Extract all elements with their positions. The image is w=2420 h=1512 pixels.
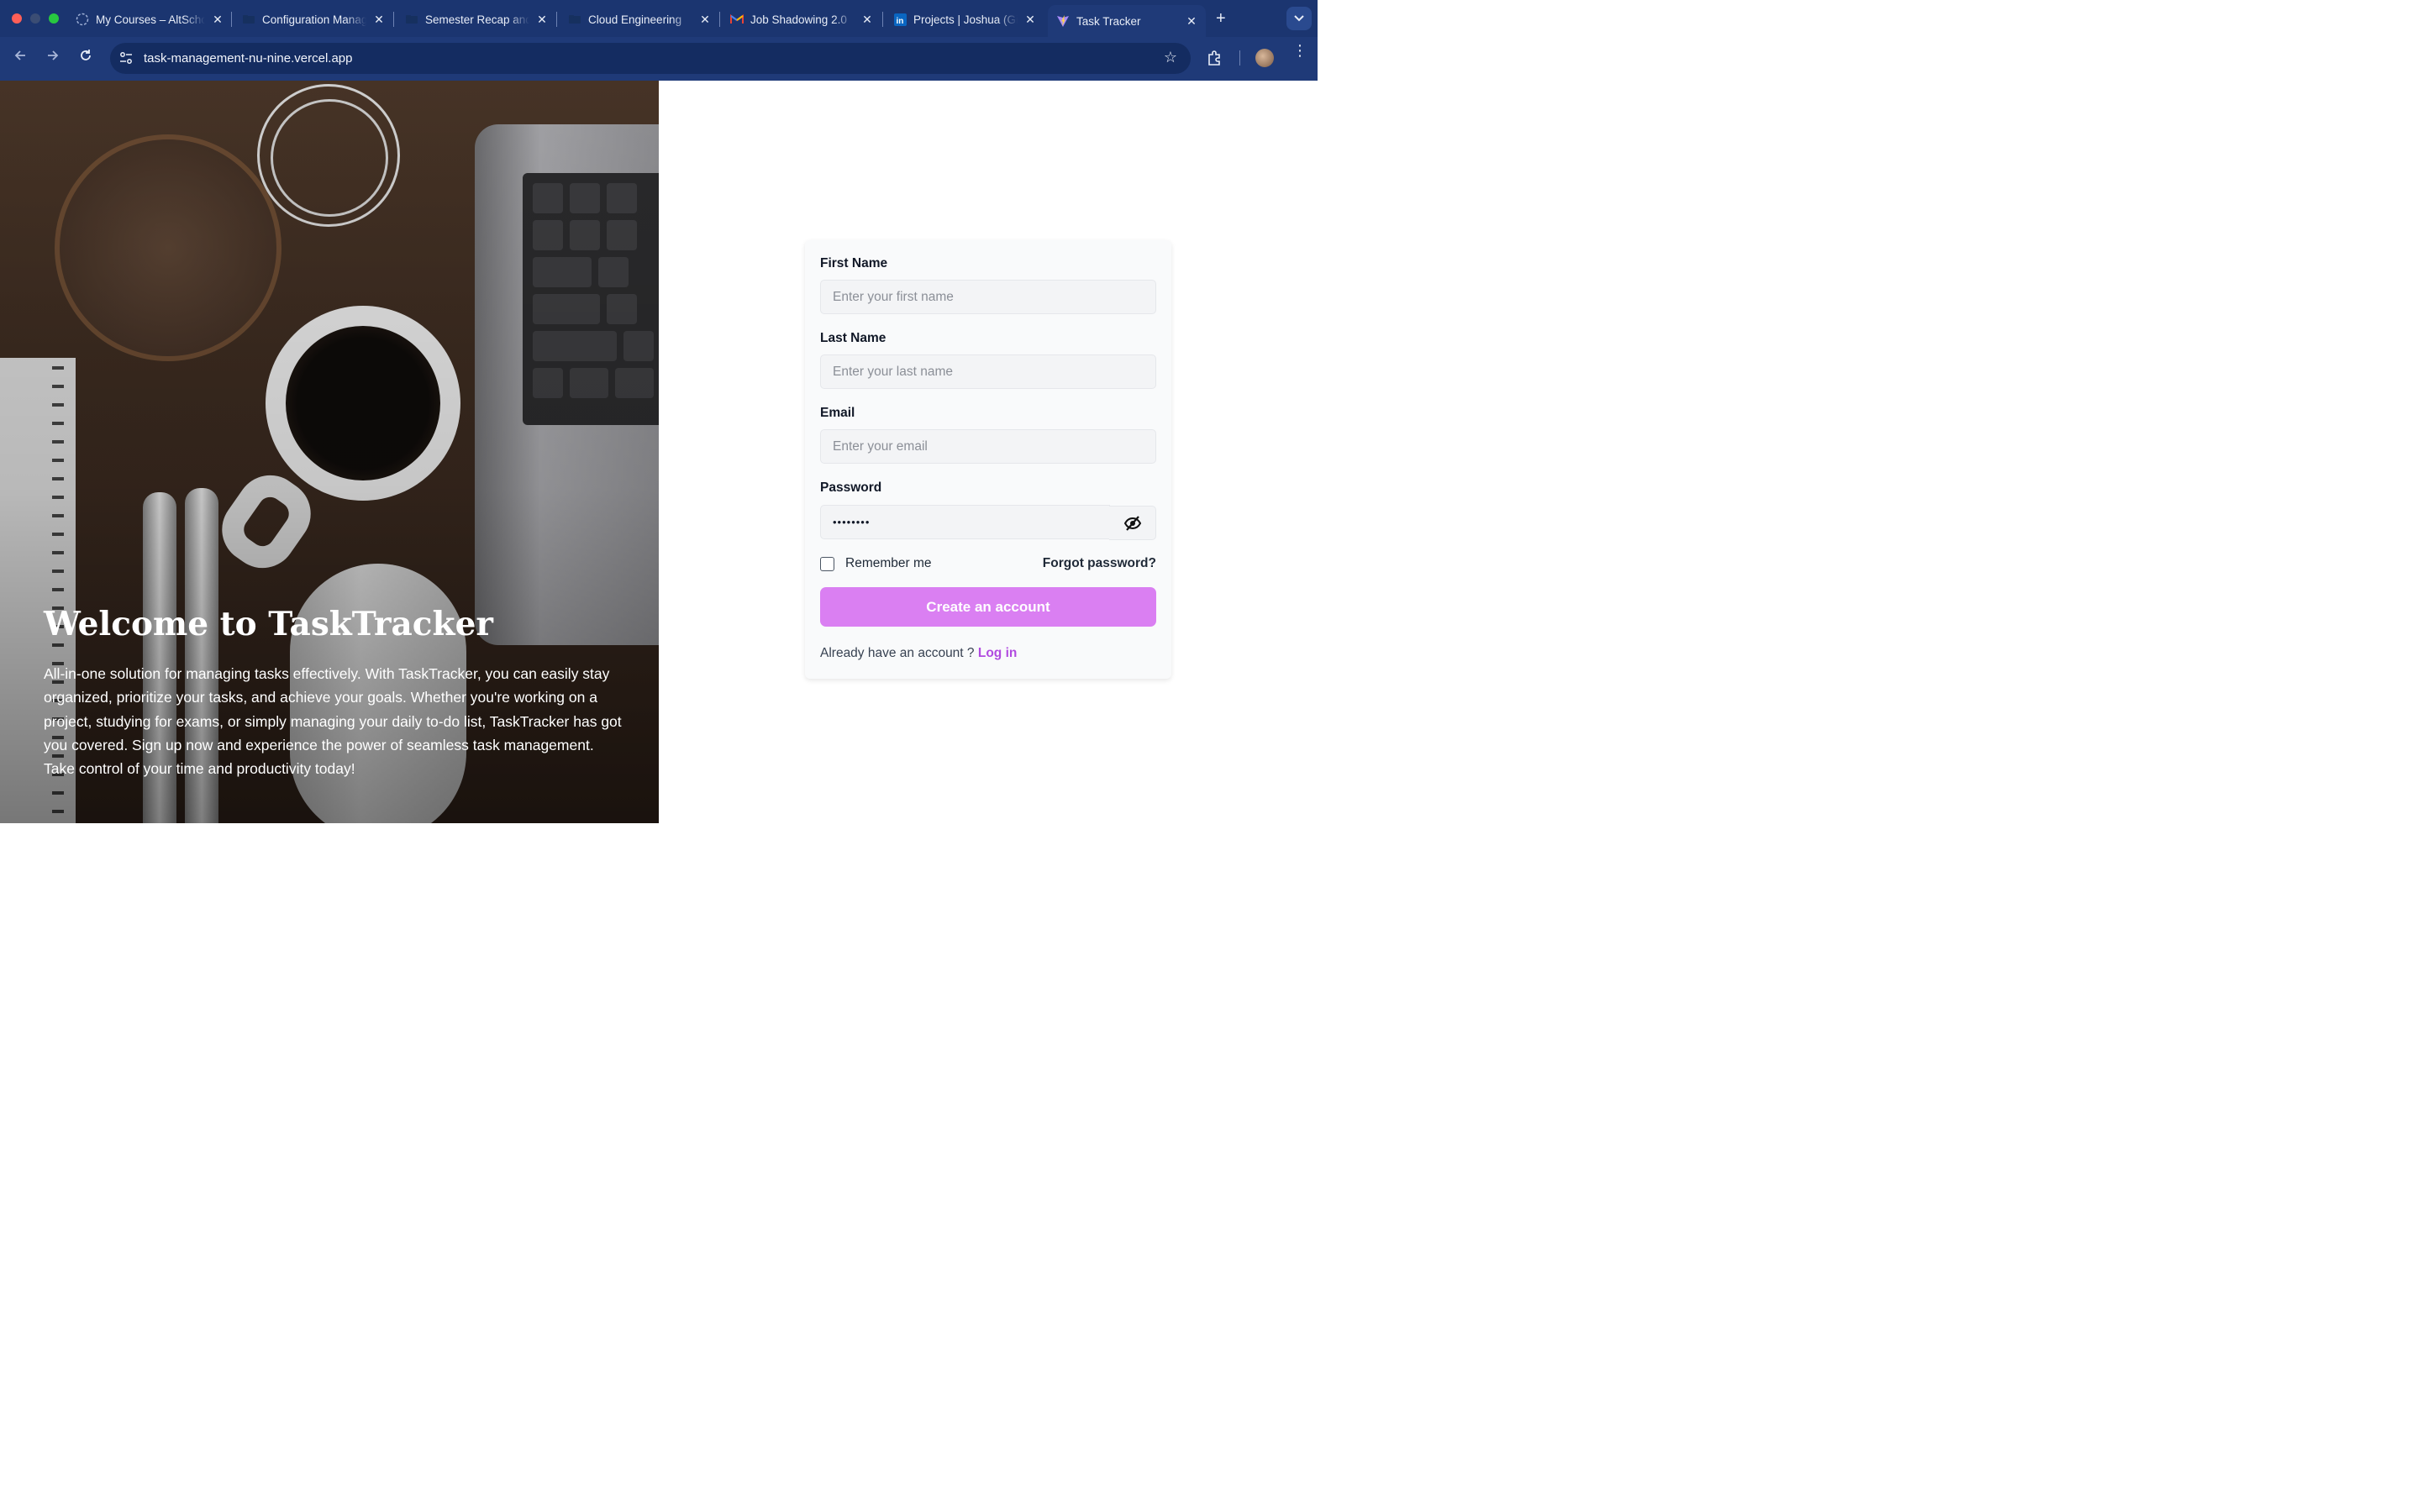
tab-my-courses[interactable]: My Courses – AltSchool ✕ — [76, 7, 225, 32]
tab-title: Projects | Joshua (GitHub) — [913, 13, 1018, 26]
reload-button[interactable] — [76, 49, 96, 66]
loading-icon — [76, 13, 89, 26]
close-tab-icon[interactable]: ✕ — [210, 13, 225, 27]
bookmark-star-icon[interactable]: ☆ — [1164, 49, 1177, 66]
tab-job-shadowing[interactable]: Job Shadowing 2.0 ✕ — [730, 7, 875, 32]
remember-me-label[interactable]: Remember me — [845, 556, 932, 571]
toolbar-divider — [1239, 50, 1240, 66]
password-input[interactable] — [820, 505, 1110, 539]
login-prompt: Already have an account ? Log in — [820, 646, 1017, 661]
gmail-icon — [730, 13, 744, 26]
tab-separator — [719, 12, 720, 27]
browser-menu-icon[interactable]: ⋮ — [1292, 43, 1307, 58]
tab-strip: My Courses – AltSchool ✕ Configuration M… — [0, 0, 1318, 37]
close-window-button[interactable] — [12, 13, 22, 24]
chevron-down-icon — [1294, 15, 1304, 22]
tab-cloud-engineering[interactable]: Cloud Engineering ✕ — [568, 7, 713, 32]
tab-separator — [882, 12, 883, 27]
hero-panel: Welcome to TaskTracker All-in-one soluti… — [0, 81, 659, 823]
linkedin-icon: in — [893, 13, 907, 26]
new-tab-button[interactable]: + — [1216, 9, 1226, 29]
login-link[interactable]: Log in — [978, 646, 1018, 660]
folder-icon — [568, 13, 581, 26]
close-tab-icon[interactable]: ✕ — [1023, 13, 1038, 27]
tab-title: My Courses – AltSchool — [96, 13, 205, 26]
svg-text:in: in — [896, 17, 903, 26]
first-name-label: First Name — [820, 256, 888, 270]
first-name-input[interactable] — [820, 280, 1156, 314]
eye-slash-icon — [1123, 515, 1141, 531]
forgot-password-link[interactable]: Forgot password? — [1043, 556, 1156, 571]
tab-title: Semester Recap and — [425, 13, 529, 26]
hero-title: Welcome to TaskTracker — [44, 605, 493, 643]
email-label: Email — [820, 406, 855, 420]
tab-title: Cloud Engineering — [588, 13, 682, 26]
tab-projects-joshua[interactable]: in Projects | Joshua (GitHub) ✕ — [893, 7, 1038, 32]
site-settings-icon[interactable] — [118, 50, 134, 66]
close-tab-icon[interactable]: ✕ — [697, 13, 713, 27]
tab-search-button[interactable] — [1286, 7, 1312, 30]
last-name-label: Last Name — [820, 331, 886, 345]
tab-title: Job Shadowing 2.0 — [750, 13, 847, 26]
address-bar[interactable]: task-management-nu-nine.vercel.app ☆ — [110, 43, 1191, 74]
hero-description: All-in-one solution for managing tasks e… — [44, 665, 622, 778]
close-tab-icon[interactable]: ✕ — [534, 13, 550, 27]
profile-avatar[interactable] — [1255, 49, 1274, 67]
password-label: Password — [820, 480, 882, 495]
forward-button[interactable] — [43, 49, 63, 66]
tab-task-tracker[interactable]: Task Tracker ✕ — [1048, 5, 1206, 37]
url-text[interactable]: task-management-nu-nine.vercel.app — [144, 51, 352, 66]
remember-me-row: Remember me — [820, 556, 932, 571]
close-tab-icon[interactable]: ✕ — [860, 13, 875, 27]
tab-separator — [556, 12, 557, 27]
folder-icon — [405, 13, 418, 26]
folder-icon — [242, 13, 255, 26]
arrow-right-icon — [48, 50, 59, 60]
close-tab-icon[interactable]: ✕ — [371, 13, 387, 27]
tab-separator — [393, 12, 394, 27]
vite-logo-icon — [1056, 14, 1070, 28]
back-button[interactable] — [10, 49, 30, 66]
arrow-left-icon — [14, 50, 25, 60]
tab-semester-recap[interactable]: Semester Recap and ✕ — [405, 7, 550, 32]
extensions-puzzle-icon[interactable] — [1207, 50, 1223, 66]
toggle-password-visibility-button[interactable] — [1109, 506, 1156, 540]
tab-title: Configuration Management — [262, 13, 366, 26]
tab-separator — [231, 12, 232, 27]
remember-me-checkbox[interactable] — [820, 556, 834, 571]
minimize-window-button[interactable] — [30, 13, 40, 24]
close-tab-icon[interactable]: ✕ — [1184, 14, 1199, 29]
reload-icon — [81, 50, 91, 60]
maximize-window-button[interactable] — [49, 13, 59, 24]
last-name-input[interactable] — [820, 354, 1156, 389]
tab-configuration-management[interactable]: Configuration Management ✕ — [242, 7, 387, 32]
signup-form: First Name Last Name Email Password Reme… — [805, 240, 1171, 679]
login-prompt-text: Already have an account ? — [820, 646, 975, 660]
email-input[interactable] — [820, 429, 1156, 464]
browser-chrome: My Courses – AltSchool ✕ Configuration M… — [0, 0, 1318, 81]
create-account-button[interactable]: Create an account — [820, 587, 1156, 627]
tab-title: Task Tracker — [1076, 14, 1141, 28]
